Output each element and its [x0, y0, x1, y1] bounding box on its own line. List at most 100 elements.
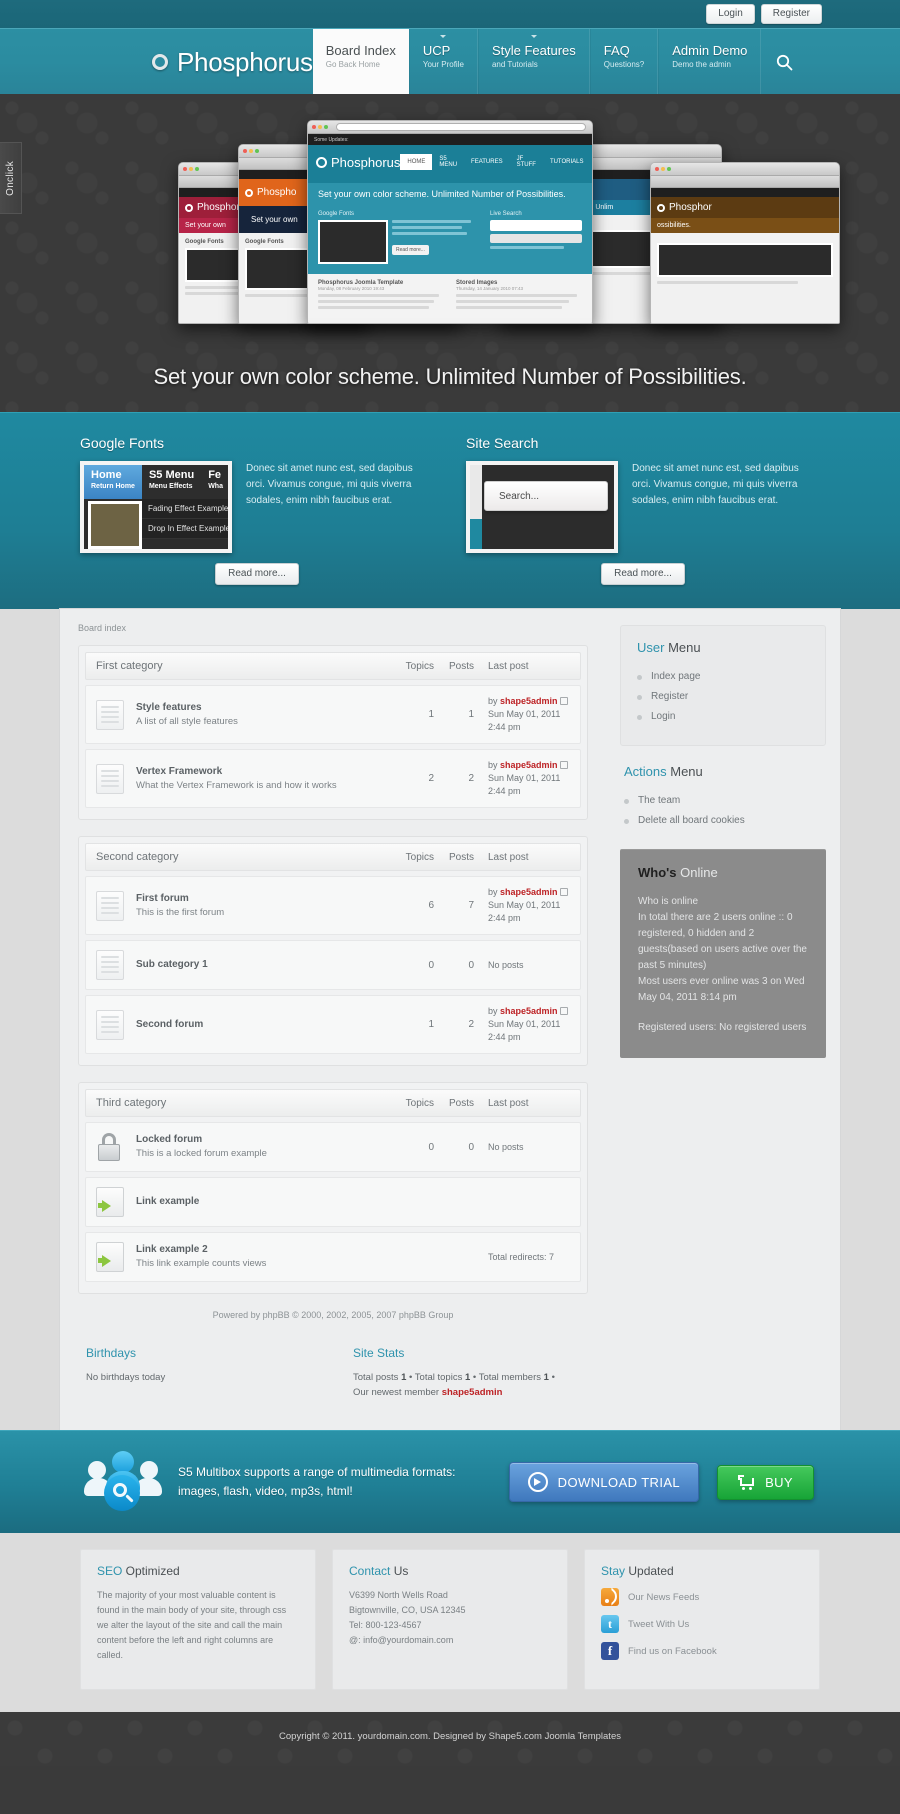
table-row[interactable]: Second forum 1 2 by shape5admin Sun May … [85, 995, 581, 1054]
posts-count: 0 [468, 1141, 474, 1153]
whos-online-text: Who is online In total there are 2 users… [638, 896, 807, 1003]
forum-description: What the Vertex Framework is and how it … [136, 779, 337, 791]
breadcrumb[interactable]: Board index [78, 623, 588, 633]
nav-subtitle: Questions? [603, 60, 645, 69]
whos-online-title: Who's Online [638, 865, 718, 880]
table-row[interactable]: Link example 2 This link example counts … [85, 1232, 581, 1282]
logo-ring-icon [152, 54, 168, 70]
table-row[interactable]: Style features A list of all style featu… [85, 685, 581, 744]
buy-label: BUY [765, 1474, 793, 1490]
forum-name[interactable]: Style features [136, 701, 390, 715]
cart-icon [738, 1474, 756, 1490]
read-more-button[interactable]: Read more... [601, 563, 685, 585]
mock-tagline: Set your own color scheme. Unlimited Num… [318, 189, 566, 199]
social-link-facebook[interactable]: f Find us on Facebook [601, 1642, 803, 1660]
last-post-author[interactable]: shape5admin [500, 760, 558, 770]
goto-post-icon[interactable] [559, 1007, 568, 1015]
nav-item-faq[interactable]: FAQ Questions? [589, 29, 659, 95]
table-row[interactable]: Vertex Framework What the Vertex Framewo… [85, 749, 581, 808]
module-user-menu: User Menu Index page Register Login [620, 625, 826, 746]
site-logo[interactable]: Phosphorus [60, 29, 313, 95]
nav-item-board-index[interactable]: Board Index Go Back Home [312, 29, 409, 95]
nav-title: Style Features [491, 43, 576, 58]
sidebar-item-index-page[interactable]: Index page [637, 667, 809, 687]
last-post-author[interactable]: shape5admin [500, 696, 558, 706]
nav-item-ucp[interactable]: UCP Your Profile [408, 29, 478, 95]
hero-slideshow: Onclick Phosphorus Set your own Google F… [0, 94, 900, 412]
newest-member-link[interactable]: shape5admin [442, 1387, 503, 1398]
forum-icon [96, 763, 126, 794]
forum-name[interactable]: Sub category 1 [136, 958, 390, 972]
category-header: Second category Topics Posts Last post [85, 843, 581, 871]
goto-post-icon[interactable] [559, 888, 568, 896]
forum-category-group: First category Topics Posts Last post St… [78, 645, 588, 820]
sidebar-item-register[interactable]: Register [637, 687, 809, 707]
arrow-right-icon [527, 1472, 548, 1492]
table-row[interactable]: Locked forum This is a locked forum exam… [85, 1122, 581, 1172]
sidebar-item-delete-cookies[interactable]: Delete all board cookies [624, 811, 822, 831]
column-posts: Posts [448, 1097, 474, 1109]
topics-count: 0 [428, 959, 434, 971]
module-actions-menu: Actions Menu The team Delete all board c… [620, 764, 826, 831]
forum-icon [96, 890, 126, 921]
last-post-author[interactable]: shape5admin [500, 1006, 558, 1016]
last-post-by-label: by [488, 696, 498, 706]
posts-count: 2 [468, 1019, 474, 1030]
table-row[interactable]: First forum This is the first forum 6 7 … [85, 876, 581, 935]
chevron-down-icon [440, 35, 447, 38]
download-trial-button[interactable]: DOWNLOAD TRIAL [508, 1462, 700, 1502]
column-last-post: Last post [488, 1097, 529, 1109]
last-post-by-label: by [488, 760, 498, 770]
mock-updates-label: Some Updates: [314, 136, 349, 143]
social-link-twitter[interactable]: t Tweet With Us [601, 1615, 803, 1633]
promo-bar: S5 Multibox supports a range of multimed… [0, 1430, 900, 1533]
copyright-text: Copyright © 2011. yourdomain.com. Design… [279, 1731, 621, 1742]
category-name[interactable]: Third category [96, 1097, 390, 1109]
goto-post-icon[interactable] [559, 697, 568, 705]
forum-name[interactable]: Link example 2 [136, 1243, 390, 1257]
topics-count: 1 [428, 1019, 434, 1030]
social-link-rss[interactable]: Our News Feeds [601, 1588, 803, 1606]
main-navigation: Board Index Go Back Home UCP Your Profil… [312, 29, 808, 95]
column-posts: Posts [448, 660, 474, 672]
category-name[interactable]: Second category [96, 851, 390, 863]
facebook-icon: f [601, 1642, 619, 1660]
lock-icon [96, 1132, 126, 1162]
search-input[interactable]: Search... [484, 481, 608, 511]
last-post-cell: by shape5admin Sun May 01, 2011 2:44 pm [474, 886, 570, 925]
google-fonts-thumbnail[interactable]: Home Return Home S5 Menu Menu Effects Fe Wh… [80, 461, 232, 553]
nav-item-style-features[interactable]: Style Features and Tutorials [477, 29, 590, 95]
forum-name[interactable]: Vertex Framework [136, 765, 390, 779]
last-post-author[interactable]: shape5admin [500, 887, 558, 897]
last-post-by-label: by [488, 1006, 498, 1016]
forum-name[interactable]: Second forum [136, 1018, 390, 1032]
read-more-button[interactable]: Read more... [215, 563, 299, 585]
sidebar-item-login[interactable]: Login [637, 707, 809, 727]
search-icon[interactable] [761, 29, 807, 95]
table-row[interactable]: Link example [85, 1177, 581, 1227]
site-stats-line1: Total posts 1 • Total topics 1 • Total m… [353, 1372, 555, 1383]
nav-subtitle: and Tutorials [491, 60, 538, 69]
login-button[interactable]: Login [706, 4, 755, 24]
category-name[interactable]: First category [96, 660, 390, 672]
buy-button[interactable]: BUY [717, 1464, 814, 1500]
contact-text: V6399 North Wells Road Bigtownville, CO,… [349, 1590, 466, 1645]
sidebar-item-the-team[interactable]: The team [624, 791, 822, 811]
site-search-thumbnail[interactable]: Search... [466, 461, 618, 553]
forum-name[interactable]: Link example [136, 1195, 390, 1209]
nav-item-admin-demo[interactable]: Admin Demo Demo the admin [658, 29, 762, 95]
forum-name[interactable]: Locked forum [136, 1133, 390, 1147]
nav-title: UCP [422, 43, 451, 58]
onclick-tab-button[interactable]: Onclick [0, 142, 22, 214]
register-button[interactable]: Register [760, 4, 822, 24]
copyright-bar: Copyright © 2011. yourdomain.com. Design… [0, 1712, 900, 1766]
column-topics: Topics [405, 660, 434, 672]
multibox-users-icon [84, 1451, 162, 1513]
whos-online-registered: Registered users: No registered users [638, 1022, 807, 1033]
birthdays-title: Birthdays [86, 1346, 137, 1360]
forum-icon [96, 950, 126, 980]
goto-post-icon[interactable] [559, 761, 568, 769]
table-row[interactable]: Sub category 1 0 0 No posts [85, 940, 581, 990]
forum-name[interactable]: First forum [136, 892, 390, 906]
demo-menu-item-sub: Menu Effects [148, 483, 193, 490]
